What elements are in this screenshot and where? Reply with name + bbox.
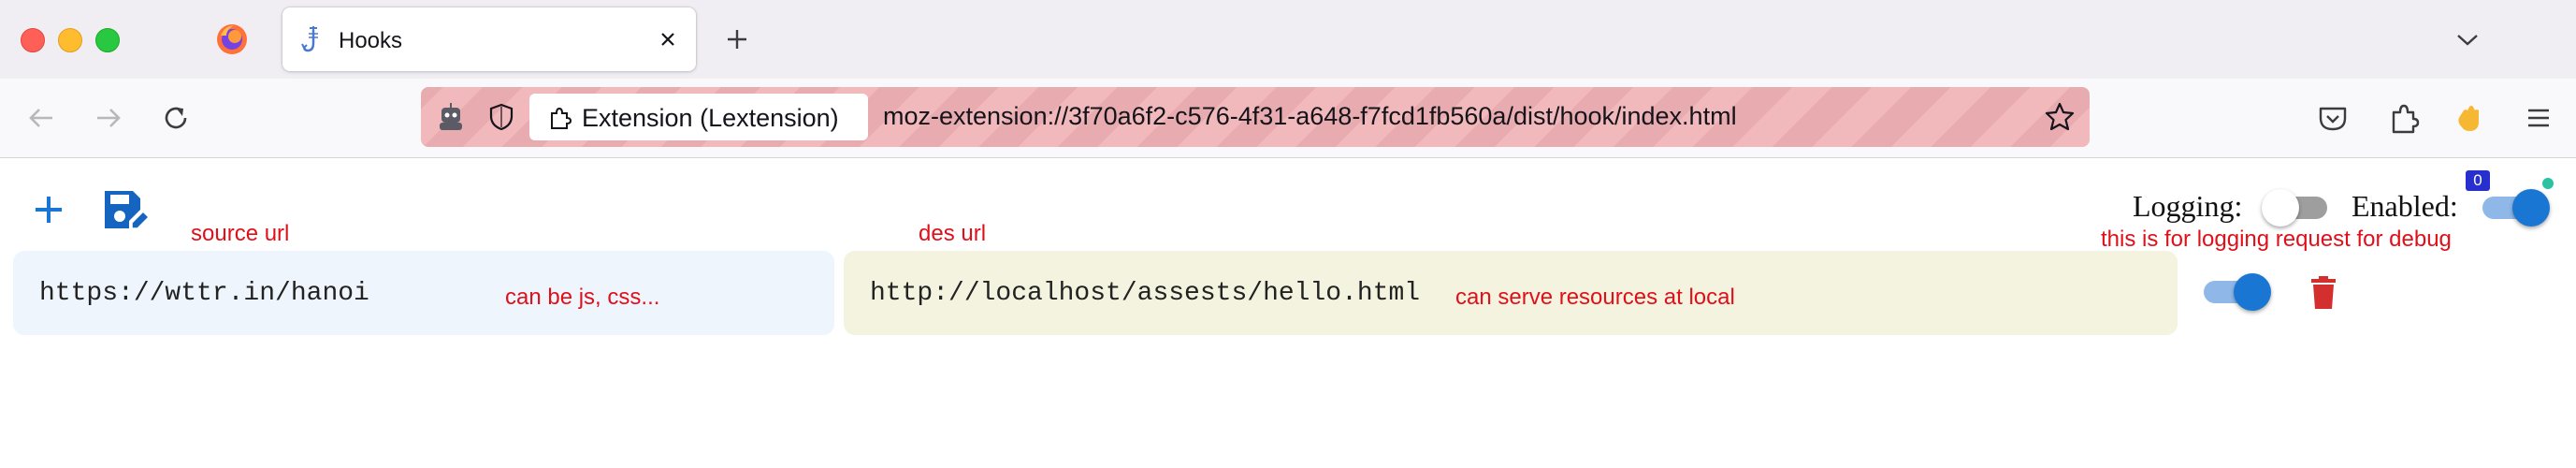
delete-hook-icon[interactable] [2303,271,2344,313]
puzzle-piece-icon [551,107,572,129]
site-identity-button[interactable]: Extension (Lextension) [529,94,868,140]
source-url-value: https://wttr.in/hanoi [39,279,369,308]
logging-toggle[interactable] [2260,187,2335,228]
enabled-label: Enabled: [2352,189,2458,223]
hand-wave-icon[interactable] [2451,99,2488,137]
robot-icon[interactable] [434,100,468,134]
tab-strip: Hooks [0,0,2576,79]
close-tab-icon[interactable] [653,24,683,54]
enabled-toggle[interactable] [2477,187,2552,228]
url-text[interactable]: moz-extension://3f70a6f2-c576-4f31-a648-… [883,102,1737,131]
source-note-annotation: can be js, css... [505,285,660,310]
pocket-icon[interactable] [2314,99,2352,137]
new-tab-icon[interactable] [720,22,754,56]
chevron-down-icon[interactable] [2453,24,2482,54]
save-edit-button[interactable] [101,187,148,234]
navigation-toolbar: Extension (Lextension) moz-extension://3… [0,79,2576,191]
maximize-window-button[interactable] [95,28,120,52]
shield-icon[interactable] [486,102,516,132]
bookmark-star-icon[interactable] [2043,100,2077,134]
dest-url-annotation: des url [919,221,987,246]
logging-label: Logging: [2133,189,2243,223]
hook-active-toggle[interactable] [2198,271,2273,313]
tab-hooks[interactable]: Hooks [282,7,696,71]
dest-note-annotation: can serve resources at local [1455,285,1735,310]
dest-url-value: http://localhost/assests/hello.html [870,279,1421,308]
extensions-puzzle-icon[interactable] [2385,99,2423,137]
forward-arrow-icon[interactable] [90,99,127,137]
reload-icon[interactable] [157,99,195,137]
close-window-button[interactable] [21,28,45,52]
back-arrow-icon[interactable] [22,99,60,137]
firefox-view-icon[interactable] [215,22,249,56]
url-bar[interactable]: Extension (Lextension) moz-extension://3… [421,87,2090,147]
add-hook-button[interactable] [26,187,71,232]
site-identity-label: Extension (Lextension) [582,104,839,132]
source-url-input[interactable]: https://wttr.in/hanoi [13,251,834,335]
hamburger-menu-icon[interactable] [2520,99,2557,137]
logging-annotation: this is for logging request for debug [2101,227,2452,252]
source-url-annotation: source url [191,221,290,246]
minimize-window-button[interactable] [58,28,82,52]
hook-icon [301,26,318,52]
tab-title: Hooks [339,28,403,53]
